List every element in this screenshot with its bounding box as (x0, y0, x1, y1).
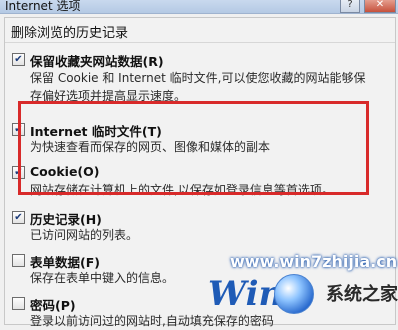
dialog-separator (5, 42, 395, 43)
form-data-checkbox[interactable] (12, 254, 25, 267)
watermark-brand: 系统之家 (326, 284, 398, 305)
cookies-checkbox[interactable]: ✔ (12, 166, 25, 179)
windows-orb-icon (274, 274, 314, 314)
help-button[interactable]: ? (340, 0, 360, 13)
temp-files-desc: 为快速查看而保存的网页、图像和媒体的副本 (30, 140, 271, 154)
watermark-url: www.win7zhijia.cn (230, 252, 398, 271)
cookies-label[interactable]: Cookie(O) (30, 164, 99, 179)
preserve-favorites-checkbox[interactable]: ✔ (12, 53, 25, 66)
cookies-desc: 网站存储在计算机上的文件,以保存如登录信息等首选项。 (30, 183, 334, 197)
window-title: Internet 选项 (5, 0, 81, 13)
passwords-checkbox[interactable] (12, 297, 25, 310)
history-checkbox[interactable]: ✔ (12, 211, 25, 224)
preserve-favorites-label[interactable]: 保留收藏夹网站数据(R) (30, 51, 164, 70)
close-button[interactable]: ✕ (364, 0, 396, 13)
temp-files-checkbox[interactable]: ✔ (12, 123, 25, 136)
site-watermark: www.win7zhijia.cn Win 系统之家 (208, 252, 398, 323)
preserve-favorites-desc: 保留 Cookie 和 Internet 临时文件,可以使您收藏的网站能够保存偏… (30, 71, 366, 103)
history-desc: 已访问网站的列表。 (30, 228, 139, 242)
dialog-title: 删除浏览的历史记录 (11, 26, 129, 41)
title-bar: Internet 选项 ? ✕ (0, 0, 398, 14)
